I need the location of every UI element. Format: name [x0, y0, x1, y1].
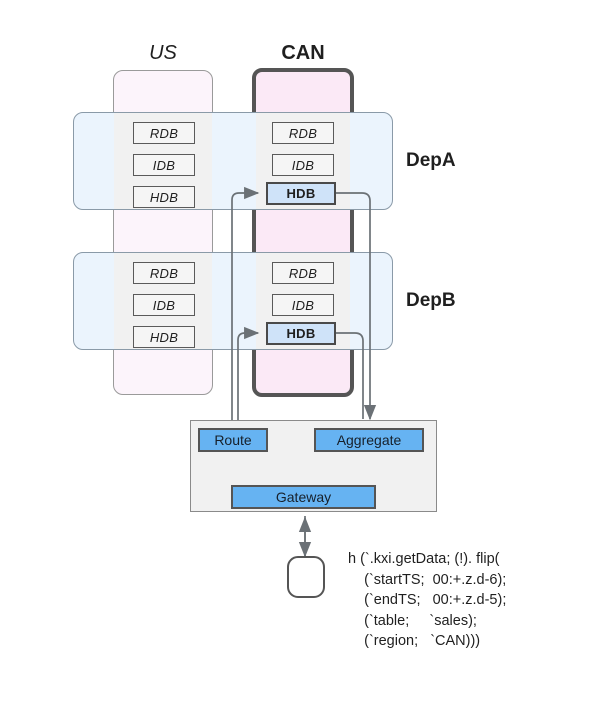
db-box-can-depB-hdb[interactable]: HDB [266, 322, 336, 345]
code-snippet: h (`.kxi.getData; (!). flip( (`startTS; … [348, 551, 507, 649]
db-box-us-depA-rdb[interactable]: RDB [133, 122, 195, 144]
db-box-can-depA-hdb[interactable]: HDB [266, 182, 336, 205]
process-aggregate[interactable]: Aggregate [314, 428, 424, 452]
db-box-us-depB-hdb[interactable]: HDB [133, 326, 195, 348]
dept-label-depB: DepB [406, 290, 456, 311]
db-box-us-depA-hdb[interactable]: HDB [133, 186, 195, 208]
db-box-can-depB-idb[interactable]: IDB [272, 294, 334, 316]
db-box-us-depB-idb[interactable]: IDB [133, 294, 195, 316]
region-label-us: US [149, 42, 177, 64]
dept-label-depA: DepA [406, 150, 456, 171]
process-gateway[interactable]: Gateway [231, 485, 376, 509]
db-box-can-depA-rdb[interactable]: RDB [272, 122, 334, 144]
db-box-can-depA-idb[interactable]: IDB [272, 154, 334, 176]
db-box-can-depB-rdb[interactable]: RDB [272, 262, 334, 284]
architecture-diagram: US CAN DepA DepB RDB IDB HDB RDB IDB HDB… [0, 0, 608, 704]
region-label-can: CAN [281, 42, 325, 64]
db-box-us-depB-rdb[interactable]: RDB [133, 262, 195, 284]
process-route[interactable]: Route [198, 428, 268, 452]
client-node[interactable] [287, 556, 325, 598]
db-box-us-depA-idb[interactable]: IDB [133, 154, 195, 176]
